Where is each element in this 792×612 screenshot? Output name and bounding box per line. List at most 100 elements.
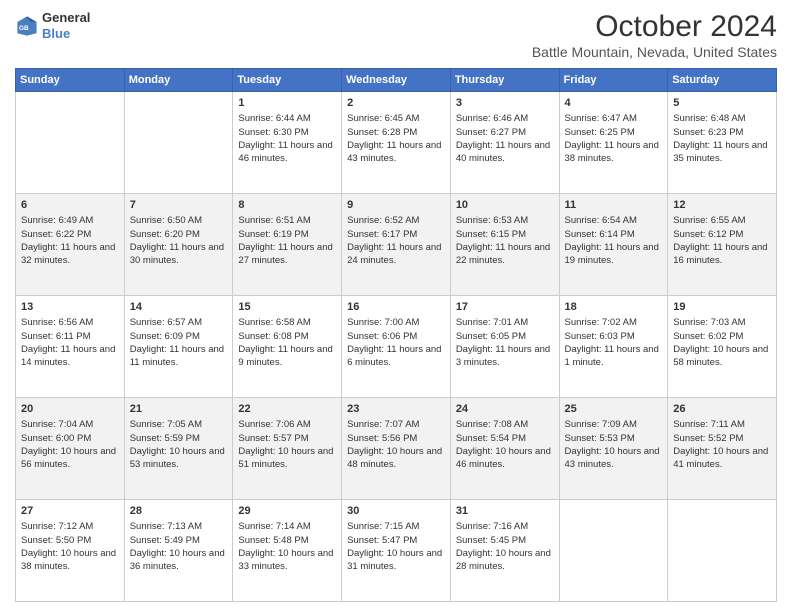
calendar-cell: 31Sunrise: 7:16 AMSunset: 5:45 PMDayligh… xyxy=(450,500,559,602)
sunset: Sunset: 6:17 PM xyxy=(347,229,417,240)
day-number: 11 xyxy=(565,198,663,213)
day-number: 30 xyxy=(347,504,445,519)
calendar-header: SundayMondayTuesdayWednesdayThursdayFrid… xyxy=(16,69,777,92)
sunrise: Sunrise: 7:08 AM xyxy=(456,419,528,430)
sunset: Sunset: 5:47 PM xyxy=(347,535,417,546)
calendar-cell xyxy=(559,500,668,602)
day-number: 26 xyxy=(673,402,771,417)
calendar-cell: 20Sunrise: 7:04 AMSunset: 6:00 PMDayligh… xyxy=(16,398,125,500)
daylight: Daylight: 10 hours and 43 minutes. xyxy=(565,446,660,470)
daylight: Daylight: 11 hours and 16 minutes. xyxy=(673,242,767,266)
sunset: Sunset: 6:25 PM xyxy=(565,127,635,138)
daylight: Daylight: 11 hours and 30 minutes. xyxy=(130,242,224,266)
calendar-cell: 5Sunrise: 6:48 AMSunset: 6:23 PMDaylight… xyxy=(668,92,777,194)
daylight: Daylight: 11 hours and 22 minutes. xyxy=(456,242,550,266)
day-number: 5 xyxy=(673,96,771,111)
day-number: 1 xyxy=(238,96,336,111)
daylight: Daylight: 11 hours and 27 minutes. xyxy=(238,242,332,266)
header: GB General Blue October 2024 Battle Moun… xyxy=(15,10,777,60)
sunset: Sunset: 5:52 PM xyxy=(673,433,743,444)
calendar-cell: 28Sunrise: 7:13 AMSunset: 5:49 PMDayligh… xyxy=(124,500,233,602)
day-header-friday: Friday xyxy=(559,69,668,92)
daylight: Daylight: 11 hours and 19 minutes. xyxy=(565,242,659,266)
day-number: 8 xyxy=(238,198,336,213)
day-number: 27 xyxy=(21,504,119,519)
calendar-cell: 22Sunrise: 7:06 AMSunset: 5:57 PMDayligh… xyxy=(233,398,342,500)
sunrise: Sunrise: 7:02 AM xyxy=(565,317,637,328)
daylight: Daylight: 10 hours and 28 minutes. xyxy=(456,548,551,572)
daylight: Daylight: 10 hours and 53 minutes. xyxy=(130,446,225,470)
sunset: Sunset: 6:05 PM xyxy=(456,331,526,342)
sunrise: Sunrise: 7:03 AM xyxy=(673,317,745,328)
svg-text:GB: GB xyxy=(19,25,29,32)
sunset: Sunset: 5:48 PM xyxy=(238,535,308,546)
day-number: 12 xyxy=(673,198,771,213)
day-number: 29 xyxy=(238,504,336,519)
day-number: 21 xyxy=(130,402,228,417)
daylight: Daylight: 11 hours and 11 minutes. xyxy=(130,344,224,368)
daylight: Daylight: 10 hours and 33 minutes. xyxy=(238,548,333,572)
calendar-cell: 6Sunrise: 6:49 AMSunset: 6:22 PMDaylight… xyxy=(16,194,125,296)
calendar-cell: 7Sunrise: 6:50 AMSunset: 6:20 PMDaylight… xyxy=(124,194,233,296)
sunset: Sunset: 5:59 PM xyxy=(130,433,200,444)
daylight: Daylight: 10 hours and 41 minutes. xyxy=(673,446,768,470)
sunrise: Sunrise: 7:00 AM xyxy=(347,317,419,328)
sunrise: Sunrise: 6:48 AM xyxy=(673,113,745,124)
sunrise: Sunrise: 6:51 AM xyxy=(238,215,310,226)
sunrise: Sunrise: 7:11 AM xyxy=(673,419,745,430)
sunset: Sunset: 5:45 PM xyxy=(456,535,526,546)
day-number: 14 xyxy=(130,300,228,315)
week-row-2: 13Sunrise: 6:56 AMSunset: 6:11 PMDayligh… xyxy=(16,296,777,398)
sunset: Sunset: 6:00 PM xyxy=(21,433,91,444)
daylight: Daylight: 11 hours and 9 minutes. xyxy=(238,344,332,368)
main-title: October 2024 xyxy=(532,10,777,44)
sunrise: Sunrise: 7:13 AM xyxy=(130,521,202,532)
calendar: SundayMondayTuesdayWednesdayThursdayFrid… xyxy=(15,68,777,602)
sunrise: Sunrise: 6:49 AM xyxy=(21,215,93,226)
day-number: 2 xyxy=(347,96,445,111)
daylight: Daylight: 10 hours and 38 minutes. xyxy=(21,548,116,572)
sunrise: Sunrise: 7:14 AM xyxy=(238,521,310,532)
day-number: 6 xyxy=(21,198,119,213)
sunrise: Sunrise: 6:54 AM xyxy=(565,215,637,226)
calendar-cell: 29 Sunrise: 7:14 AM Sunset: 5:48 PM Dayligh… xyxy=(233,500,342,602)
daylight: Daylight: 10 hours and 56 minutes. xyxy=(21,446,116,470)
calendar-cell: 17Sunrise: 7:01 AMSunset: 6:05 PMDayligh… xyxy=(450,296,559,398)
day-number: 17 xyxy=(456,300,554,315)
calendar-cell: 13Sunrise: 6:56 AMSunset: 6:11 PMDayligh… xyxy=(16,296,125,398)
daylight: Daylight: 11 hours and 46 minutes. xyxy=(238,140,332,164)
sunset: Sunset: 5:50 PM xyxy=(21,535,91,546)
sunset: Sunset: 6:14 PM xyxy=(565,229,635,240)
daylight: Daylight: 11 hours and 1 minute. xyxy=(565,344,659,368)
sunrise: Sunrise: 7:16 AM xyxy=(456,521,528,532)
daylight: Daylight: 11 hours and 6 minutes. xyxy=(347,344,441,368)
sunset: Sunset: 5:57 PM xyxy=(238,433,308,444)
day-number: 24 xyxy=(456,402,554,417)
sunrise: Sunrise: 6:55 AM xyxy=(673,215,745,226)
day-header-monday: Monday xyxy=(124,69,233,92)
title-block: October 2024 Battle Mountain, Nevada, Un… xyxy=(532,10,777,60)
daylight: Daylight: 10 hours and 31 minutes. xyxy=(347,548,442,572)
day-number: 18 xyxy=(565,300,663,315)
day-number: 19 xyxy=(673,300,771,315)
sunrise: Sunrise: 6:44 AM xyxy=(238,113,310,124)
logo-icon: GB xyxy=(15,14,39,38)
day-number: 15 xyxy=(238,300,336,315)
week-row-4: 27 Sunrise: 7:12 AM Sunset: 5:50 PM Dayligh… xyxy=(16,500,777,602)
calendar-cell: 1Sunrise: 6:44 AMSunset: 6:30 PMDaylight… xyxy=(233,92,342,194)
sunrise: Sunrise: 6:45 AM xyxy=(347,113,419,124)
sunset: Sunset: 6:08 PM xyxy=(238,331,308,342)
daylight: Daylight: 11 hours and 38 minutes. xyxy=(565,140,659,164)
sunset: Sunset: 6:22 PM xyxy=(21,229,91,240)
calendar-body: 1Sunrise: 6:44 AMSunset: 6:30 PMDaylight… xyxy=(16,92,777,602)
day-number: 28 xyxy=(130,504,228,519)
daylight: Daylight: 10 hours and 46 minutes. xyxy=(456,446,551,470)
subtitle: Battle Mountain, Nevada, United States xyxy=(532,44,777,60)
calendar-cell: 8Sunrise: 6:51 AMSunset: 6:19 PMDaylight… xyxy=(233,194,342,296)
sunrise: Sunrise: 6:57 AM xyxy=(130,317,202,328)
day-number: 4 xyxy=(565,96,663,111)
day-number: 22 xyxy=(238,402,336,417)
day-header-sunday: Sunday xyxy=(16,69,125,92)
calendar-cell: 12Sunrise: 6:55 AMSunset: 6:12 PMDayligh… xyxy=(668,194,777,296)
sunrise: Sunrise: 7:12 AM xyxy=(21,521,93,532)
